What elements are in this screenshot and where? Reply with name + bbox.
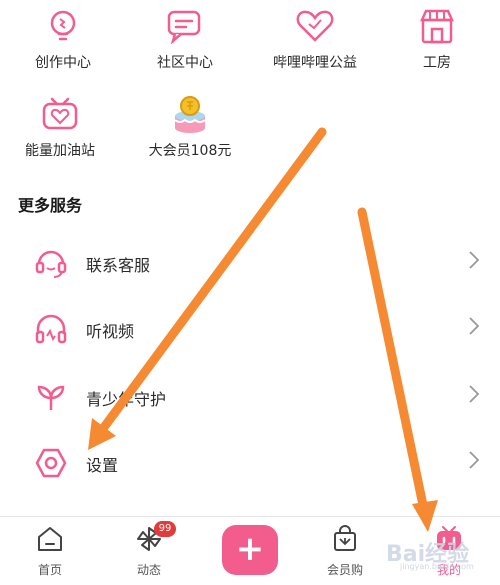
chevron-right-icon <box>468 316 480 340</box>
service-row-settings[interactable]: 设置 <box>0 430 500 496</box>
grid-item-label: 创作中心 <box>35 55 91 71</box>
service-row-listen-video[interactable]: 听视频 <box>0 296 500 362</box>
settings-hexagon-icon <box>34 446 68 484</box>
grid-item-community-center[interactable]: 社区中心 <box>140 8 230 78</box>
tab-dynamic[interactable]: 99 动态 <box>114 517 184 585</box>
grid-item-label: 哔哩哔哩公益 <box>273 55 357 71</box>
tv-heart-icon <box>40 96 80 136</box>
chevron-right-icon <box>468 250 480 274</box>
home-icon <box>36 525 64 557</box>
service-row-youth-protection[interactable]: 青少年守护 <box>0 364 500 430</box>
tab-label: 动态 <box>136 563 161 577</box>
grid-item-label: 能量加油站 <box>25 143 95 159</box>
grid-item-label: 大会员108元 <box>148 143 232 159</box>
tab-home[interactable]: 首页 <box>15 517 85 585</box>
service-row-label: 联系客服 <box>86 256 151 275</box>
service-row-label: 听视频 <box>86 322 135 341</box>
grid-item-label: 社区中心 <box>157 55 213 71</box>
headset-icon <box>34 246 68 284</box>
cake-coin-icon <box>170 96 210 140</box>
grid-item-energy-station[interactable]: 能量加油站 <box>10 96 110 166</box>
sprout-icon <box>34 380 68 418</box>
publish-button[interactable]: + <box>222 525 278 575</box>
headphones-icon <box>34 312 68 350</box>
tab-vip-shop[interactable]: 会员购 <box>310 517 380 585</box>
tab-label: 首页 <box>37 563 62 577</box>
grid-item-bilibili-charity[interactable]: 哔哩哔哩公益 <box>255 8 375 78</box>
grid-item-vip-108[interactable]: 大会员108元 <box>135 96 245 166</box>
service-row-label: 青少年守护 <box>86 390 167 409</box>
chevron-right-icon <box>468 384 480 408</box>
chevron-right-icon <box>468 450 480 474</box>
shop-icon <box>417 8 457 50</box>
grid-item-creation-center[interactable]: 创作中心 <box>18 8 108 78</box>
notification-badge: 99 <box>154 521 176 537</box>
grid-item-workshop[interactable]: 工房 <box>392 8 482 78</box>
tab-label: 会员购 <box>326 563 363 577</box>
service-row-label: 设置 <box>86 456 119 475</box>
chat-bubbles-icon <box>165 8 205 48</box>
heart-icon <box>295 8 335 48</box>
shopping-bag-icon <box>331 525 359 557</box>
baidu-watermark-url: jingyan.baidu.com <box>400 562 474 571</box>
service-row-contact-support[interactable]: 联系客服 <box>0 230 500 296</box>
section-title-more-services: 更多服务 <box>18 196 83 215</box>
lightbulb-icon <box>45 8 81 48</box>
grid-item-label: 工房 <box>423 55 451 71</box>
